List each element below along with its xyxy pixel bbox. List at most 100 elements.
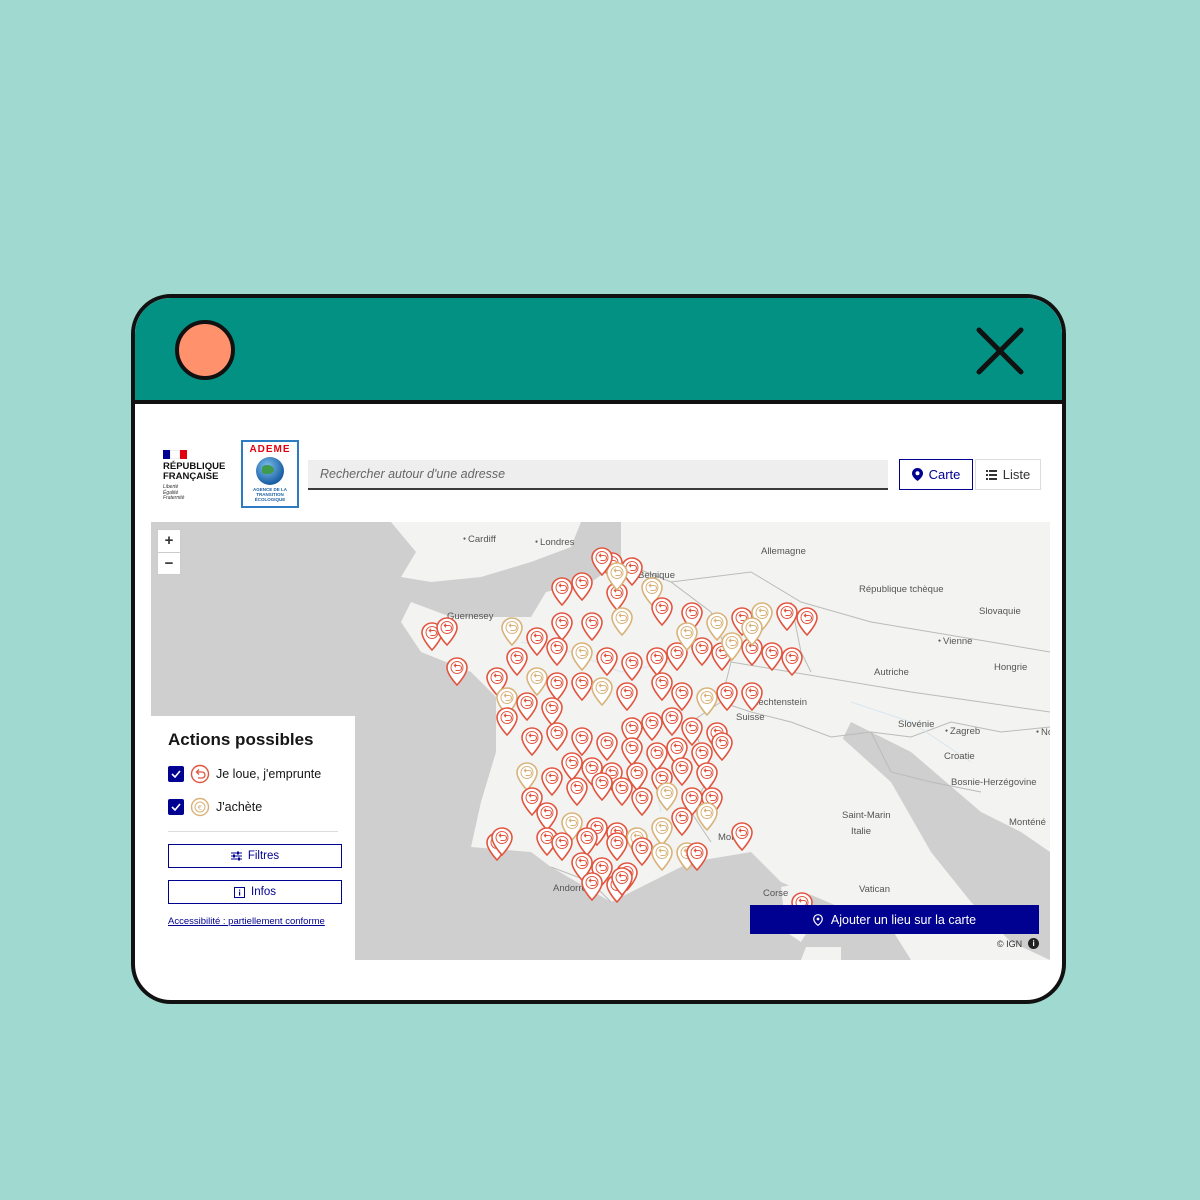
ademe-title: ADEME bbox=[249, 444, 291, 455]
marker-location[interactable] bbox=[591, 547, 613, 576]
map-label: Corse bbox=[763, 888, 789, 899]
map-label: République tchèque bbox=[859, 584, 944, 595]
marker-location[interactable] bbox=[551, 577, 573, 606]
marker-location[interactable] bbox=[436, 617, 458, 646]
marker-location[interactable] bbox=[551, 832, 573, 861]
marker-location[interactable] bbox=[596, 647, 618, 676]
marker-location[interactable] bbox=[581, 872, 603, 901]
address-search-input[interactable]: Rechercher autour d'une adresse bbox=[308, 460, 888, 490]
window-dot[interactable] bbox=[175, 320, 235, 380]
ademe-subtitle: AGENCE DE LA TRANSITION ÉCOLOGIQUE bbox=[252, 487, 287, 502]
marker-achat[interactable] bbox=[721, 632, 743, 661]
checkbox-j-achete[interactable] bbox=[168, 799, 184, 815]
marker-achat[interactable] bbox=[651, 842, 673, 871]
map-label: Vatican bbox=[859, 884, 890, 895]
marker-location[interactable] bbox=[526, 627, 548, 656]
map-label: Londres bbox=[535, 537, 574, 548]
marker-location[interactable] bbox=[546, 722, 568, 751]
marker-location[interactable] bbox=[761, 642, 783, 671]
filter-title: Actions possibles bbox=[168, 730, 314, 749]
accessibility-link[interactable]: Accessibilité : partiellement conforme bbox=[168, 916, 338, 927]
app-window: RÉPUBLIQUE FRANÇAISE Liberté Égalité Fra… bbox=[131, 294, 1066, 1004]
marker-location[interactable] bbox=[661, 707, 683, 736]
marker-location[interactable] bbox=[611, 777, 633, 806]
marker-location[interactable] bbox=[446, 657, 468, 686]
republique-francaise-logo[interactable]: RÉPUBLIQUE FRANÇAISE Liberté Égalité Fra… bbox=[163, 450, 233, 510]
marker-location[interactable] bbox=[651, 672, 673, 701]
view-liste-button[interactable]: Liste bbox=[975, 459, 1041, 490]
svg-text:€: € bbox=[198, 804, 202, 812]
marker-location[interactable] bbox=[671, 807, 693, 836]
marker-location[interactable] bbox=[651, 597, 673, 626]
return-arrow-icon bbox=[190, 764, 210, 784]
marker-achat[interactable] bbox=[591, 677, 613, 706]
infos-button[interactable]: Infos bbox=[168, 880, 342, 904]
marker-location[interactable] bbox=[541, 767, 563, 796]
zoom-in-button[interactable]: + bbox=[158, 530, 180, 553]
marker-achat[interactable] bbox=[696, 687, 718, 716]
marker-location[interactable] bbox=[571, 672, 593, 701]
option-label: Je loue, j'emprunte bbox=[216, 767, 322, 781]
map-label: Italie bbox=[851, 826, 872, 837]
marker-location[interactable] bbox=[686, 842, 708, 871]
marker-achat[interactable] bbox=[741, 617, 763, 646]
marker-location[interactable] bbox=[611, 867, 633, 896]
map-pin-icon bbox=[812, 913, 823, 926]
add-place-button[interactable]: Ajouter un lieu sur la carte bbox=[750, 905, 1039, 934]
marker-location[interactable] bbox=[796, 607, 818, 636]
info-icon bbox=[234, 886, 246, 898]
map-label: Suisse bbox=[736, 712, 765, 723]
marker-location[interactable] bbox=[506, 647, 528, 676]
filtres-button[interactable]: Filtres bbox=[168, 844, 342, 868]
marker-achat[interactable] bbox=[571, 642, 593, 671]
checkbox-je-loue[interactable] bbox=[168, 766, 184, 782]
marker-location[interactable] bbox=[776, 602, 798, 631]
close-icon[interactable] bbox=[975, 326, 1025, 376]
marker-location[interactable] bbox=[641, 712, 663, 741]
zoom-out-button[interactable]: − bbox=[158, 553, 180, 575]
map-label: No bbox=[1036, 727, 1050, 738]
marker-location[interactable] bbox=[741, 682, 763, 711]
map-label: Monténé bbox=[1009, 817, 1046, 828]
map-label: Cardiff bbox=[463, 534, 496, 545]
list-icon bbox=[985, 469, 997, 480]
marker-achat[interactable] bbox=[611, 607, 633, 636]
marker-location[interactable] bbox=[521, 727, 543, 756]
marker-location[interactable] bbox=[616, 682, 638, 711]
option-label: J'achète bbox=[216, 800, 263, 814]
search-placeholder: Rechercher autour d'une adresse bbox=[320, 467, 506, 481]
view-carte-button[interactable]: Carte bbox=[899, 459, 973, 490]
marker-location[interactable] bbox=[731, 822, 753, 851]
ademe-logo[interactable]: ADEME AGENCE DE LA TRANSITION ÉCOLOGIQUE bbox=[241, 440, 299, 508]
map-pin-icon bbox=[911, 468, 923, 481]
marker-location[interactable] bbox=[571, 572, 593, 601]
marker-location[interactable] bbox=[631, 787, 653, 816]
marker-location[interactable] bbox=[621, 652, 643, 681]
sliders-icon bbox=[230, 851, 242, 861]
marker-location[interactable] bbox=[781, 647, 803, 676]
marker-location[interactable] bbox=[496, 707, 518, 736]
marker-location[interactable] bbox=[566, 777, 588, 806]
republique-label: RÉPUBLIQUE FRANÇAISE bbox=[163, 461, 226, 482]
option-je-loue[interactable]: Je loue, j'emprunte bbox=[168, 764, 338, 784]
info-icon[interactable]: i bbox=[1028, 938, 1040, 949]
marker-achat[interactable] bbox=[501, 617, 523, 646]
site-header: RÉPUBLIQUE FRANÇAISE Liberté Égalité Fra… bbox=[151, 430, 1050, 514]
map-label: Hongrie bbox=[994, 662, 1028, 673]
map-label: Slovénie bbox=[898, 719, 935, 730]
marker-achat[interactable] bbox=[676, 622, 698, 651]
zoom-control: + − bbox=[157, 529, 181, 575]
marker-location[interactable] bbox=[516, 692, 538, 721]
map-label: Slovaquie bbox=[979, 606, 1021, 617]
map-label: Saint-Marin bbox=[842, 810, 891, 821]
map-attribution: © IGN i bbox=[997, 938, 1040, 949]
marker-location[interactable] bbox=[581, 612, 603, 641]
marker-location[interactable] bbox=[546, 637, 568, 666]
option-j-achete[interactable]: € J'achète bbox=[168, 797, 338, 817]
marker-location[interactable] bbox=[491, 827, 513, 856]
marker-location[interactable] bbox=[591, 772, 613, 801]
marker-achat[interactable] bbox=[696, 802, 718, 831]
marker-location[interactable] bbox=[716, 682, 738, 711]
map-view[interactable]: + − Cardiff Londres Allemagne Belgique R… bbox=[151, 522, 1050, 960]
marker-location[interactable] bbox=[711, 732, 733, 761]
